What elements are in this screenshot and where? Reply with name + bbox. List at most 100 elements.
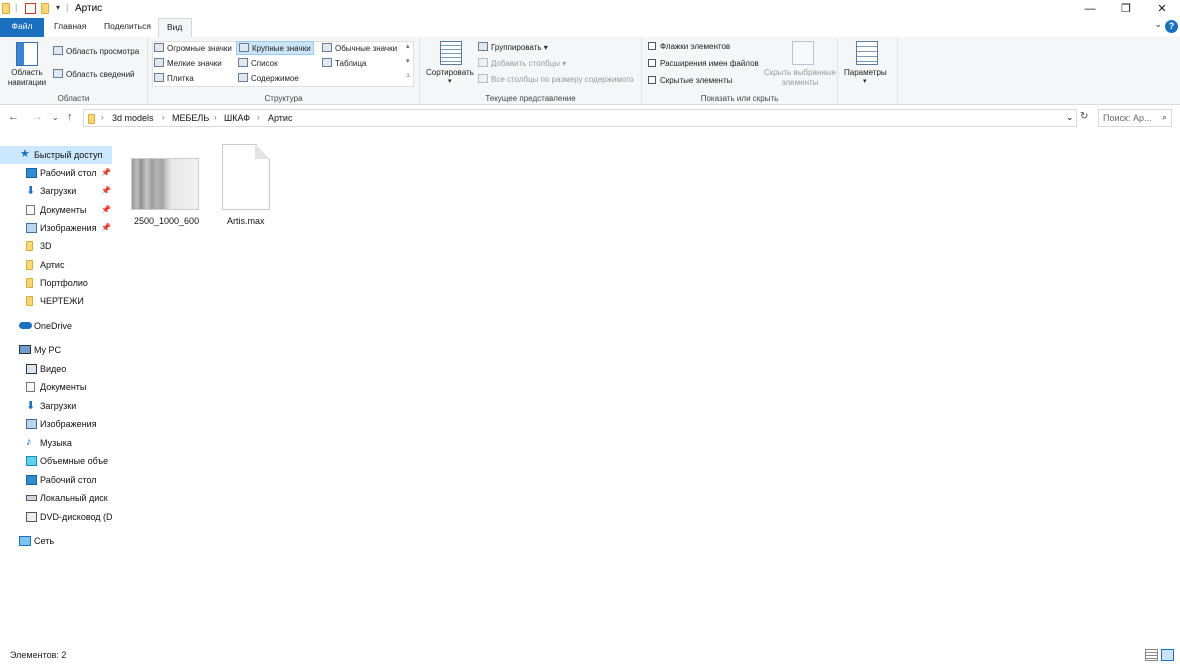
- back-arrow-icon[interactable]: ←: [8, 111, 19, 123]
- scroll-up-icon[interactable]: ▴: [406, 42, 410, 50]
- sidebar-item-music[interactable]: ♪ Музыка: [0, 434, 112, 452]
- sort-icon[interactable]: [440, 41, 462, 65]
- sidebar-item-pc-pictures[interactable]: Изображения: [0, 415, 112, 433]
- item-checkboxes-toggle[interactable]: Флажки элементов: [648, 42, 730, 51]
- options-dropdown-icon[interactable]: ▾: [863, 77, 867, 85]
- hide-selected-button[interactable]: Скрыть выбранные элементы: [762, 68, 838, 88]
- music-icon: ♪: [26, 436, 32, 448]
- folder-icon: [26, 241, 33, 251]
- breadcrumb-shkaf[interactable]: ШКАФ: [224, 113, 250, 123]
- sidebar-item-3d[interactable]: 3D: [0, 237, 112, 255]
- sidebar-item-mypc[interactable]: My PC: [0, 341, 112, 359]
- forward-arrow-icon[interactable]: →: [32, 111, 43, 123]
- sidebar-item-drawings[interactable]: ЧЕРТЕЖИ: [0, 292, 112, 310]
- preview-pane-button[interactable]: Область просмотра: [53, 46, 139, 56]
- options-button[interactable]: Параметры: [844, 68, 887, 77]
- details-view-icon[interactable]: [1145, 649, 1158, 661]
- ribbon-group-label: Области: [57, 94, 90, 103]
- sidebar-item-documents[interactable]: Документы 📌: [0, 201, 112, 219]
- breadcrumb-separator-icon[interactable]: ›: [214, 113, 217, 122]
- navigation-pane-icon[interactable]: [16, 42, 38, 66]
- address-field[interactable]: › 3d models › МЕБЕЛЬ › ШКАФ › Артис ⌄: [83, 109, 1077, 127]
- navigation-pane-button[interactable]: Область навигации: [4, 68, 50, 88]
- breadcrumb-separator-icon[interactable]: ›: [257, 113, 260, 122]
- sort-dropdown-icon[interactable]: ▾: [448, 77, 452, 85]
- sidebar-item-network[interactable]: Сеть: [0, 532, 112, 550]
- close-button[interactable]: ✕: [1144, 0, 1180, 18]
- checkbox[interactable]: [648, 42, 656, 50]
- checkbox[interactable]: [648, 59, 656, 67]
- sidebar-item-pictures[interactable]: Изображения 📌: [0, 219, 112, 237]
- add-columns-button[interactable]: Добавить столбцы ▾: [478, 58, 566, 68]
- layout-large-icons[interactable]: Крупные значки: [236, 41, 314, 55]
- search-icon[interactable]: ⌕: [1162, 112, 1167, 123]
- preview-pane-label: Область просмотра: [66, 47, 140, 56]
- up-arrow-icon[interactable]: ↑: [67, 111, 73, 123]
- tab-view[interactable]: Вид: [158, 18, 192, 37]
- large-icons-icon: [239, 43, 249, 52]
- dvd-drive-icon: [26, 512, 37, 522]
- checkbox[interactable]: [648, 76, 656, 84]
- large-icons-view-icon[interactable]: [1161, 649, 1174, 661]
- sidebar-item-desktop[interactable]: Рабочий стол 📌: [0, 164, 112, 182]
- sidebar-item-portfolio[interactable]: Портфолио: [0, 274, 112, 292]
- quick-access-toolbar-dropdown-icon[interactable]: ▾: [56, 3, 60, 12]
- new-folder-icon[interactable]: [41, 3, 49, 14]
- sidebar-item-pc-desktop[interactable]: Рабочий стол: [0, 471, 112, 489]
- layout-extra-large-icons[interactable]: Огромные значки: [154, 43, 232, 53]
- pin-icon[interactable]: 📌: [101, 164, 111, 182]
- layout-list[interactable]: Список: [238, 58, 278, 68]
- sidebar-item-local-disk[interactable]: Локальный диск: [0, 489, 112, 507]
- file-extensions-label: Расширения имен файлов: [660, 59, 759, 68]
- sidebar-item-downloads[interactable]: ⬇ Загрузки 📌: [0, 182, 112, 200]
- fit-columns-button[interactable]: Все столбцы по размеру содержимого: [478, 74, 634, 84]
- sidebar-item-pc-downloads[interactable]: ⬇ Загрузки: [0, 397, 112, 415]
- group-by-button[interactable]: Группировать ▾: [478, 42, 548, 52]
- sidebar-item-3d-objects[interactable]: Объемные объе: [0, 452, 112, 470]
- recent-locations-chevron-icon[interactable]: ⌄: [52, 113, 59, 122]
- sidebar-item-quick-access[interactable]: ★ Быстрый доступ: [0, 146, 112, 164]
- pin-icon[interactable]: 📌: [101, 219, 111, 237]
- file-extensions-toggle[interactable]: Расширения имен файлов: [648, 59, 759, 68]
- expand-gallery-icon[interactable]: ⩡: [406, 71, 411, 81]
- sidebar-item-onedrive[interactable]: OneDrive: [0, 317, 112, 335]
- breadcrumb-mebel[interactable]: МЕБЕЛЬ: [172, 113, 209, 123]
- pin-icon[interactable]: 📌: [101, 182, 111, 200]
- content-icon: [238, 73, 248, 82]
- maximize-button[interactable]: ❐: [1108, 0, 1144, 18]
- help-icon[interactable]: ?: [1165, 20, 1178, 33]
- hide-selected-icon[interactable]: [792, 41, 814, 65]
- breadcrumb-separator-icon[interactable]: ›: [162, 113, 165, 122]
- breadcrumb-artis[interactable]: Артис: [268, 113, 292, 123]
- address-dropdown-icon[interactable]: ⌄: [1066, 112, 1074, 123]
- tab-home[interactable]: Главная: [46, 18, 94, 37]
- chevron-down-icon[interactable]: ⌄: [1154, 19, 1162, 30]
- details-pane-button[interactable]: Область сведений: [53, 69, 135, 79]
- hidden-items-toggle[interactable]: Скрытые элементы: [648, 76, 732, 85]
- properties-icon[interactable]: [25, 3, 36, 14]
- search-input[interactable]: Поиск: Ар... ⌕: [1098, 109, 1172, 127]
- options-icon[interactable]: [856, 41, 878, 65]
- sidebar-item-dvd[interactable]: DVD-дисковод (D: [0, 508, 112, 526]
- minimize-button[interactable]: —: [1072, 0, 1108, 18]
- scroll-down-icon[interactable]: ▾: [406, 57, 410, 65]
- pin-icon[interactable]: 📌: [101, 201, 111, 219]
- sidebar-item-label: Изображения: [40, 223, 97, 233]
- tab-share[interactable]: Поделиться: [96, 18, 159, 37]
- layout-content[interactable]: Содержимое: [238, 73, 299, 83]
- file-item[interactable]: Artis.max: [118, 142, 278, 232]
- layout-medium-icons[interactable]: Обычные значки: [322, 43, 397, 53]
- sidebar-item-videos[interactable]: Видео: [0, 360, 112, 378]
- layout-details[interactable]: Таблица: [322, 58, 366, 68]
- sort-button[interactable]: Сортировать: [426, 68, 474, 77]
- cloud-icon: [19, 322, 32, 329]
- breadcrumb-separator-icon[interactable]: ›: [101, 113, 104, 122]
- computer-icon: [19, 345, 31, 354]
- sidebar-item-pc-documents[interactable]: Документы: [0, 378, 112, 396]
- breadcrumb-3d-models[interactable]: 3d models: [112, 113, 154, 123]
- tab-file[interactable]: Файл: [0, 18, 44, 37]
- layout-tiles[interactable]: Плитка: [154, 73, 194, 83]
- layout-small-icons[interactable]: Мелкие значки: [154, 58, 222, 68]
- refresh-icon[interactable]: ↻: [1080, 111, 1088, 122]
- sidebar-item-artis[interactable]: Артис: [0, 256, 112, 274]
